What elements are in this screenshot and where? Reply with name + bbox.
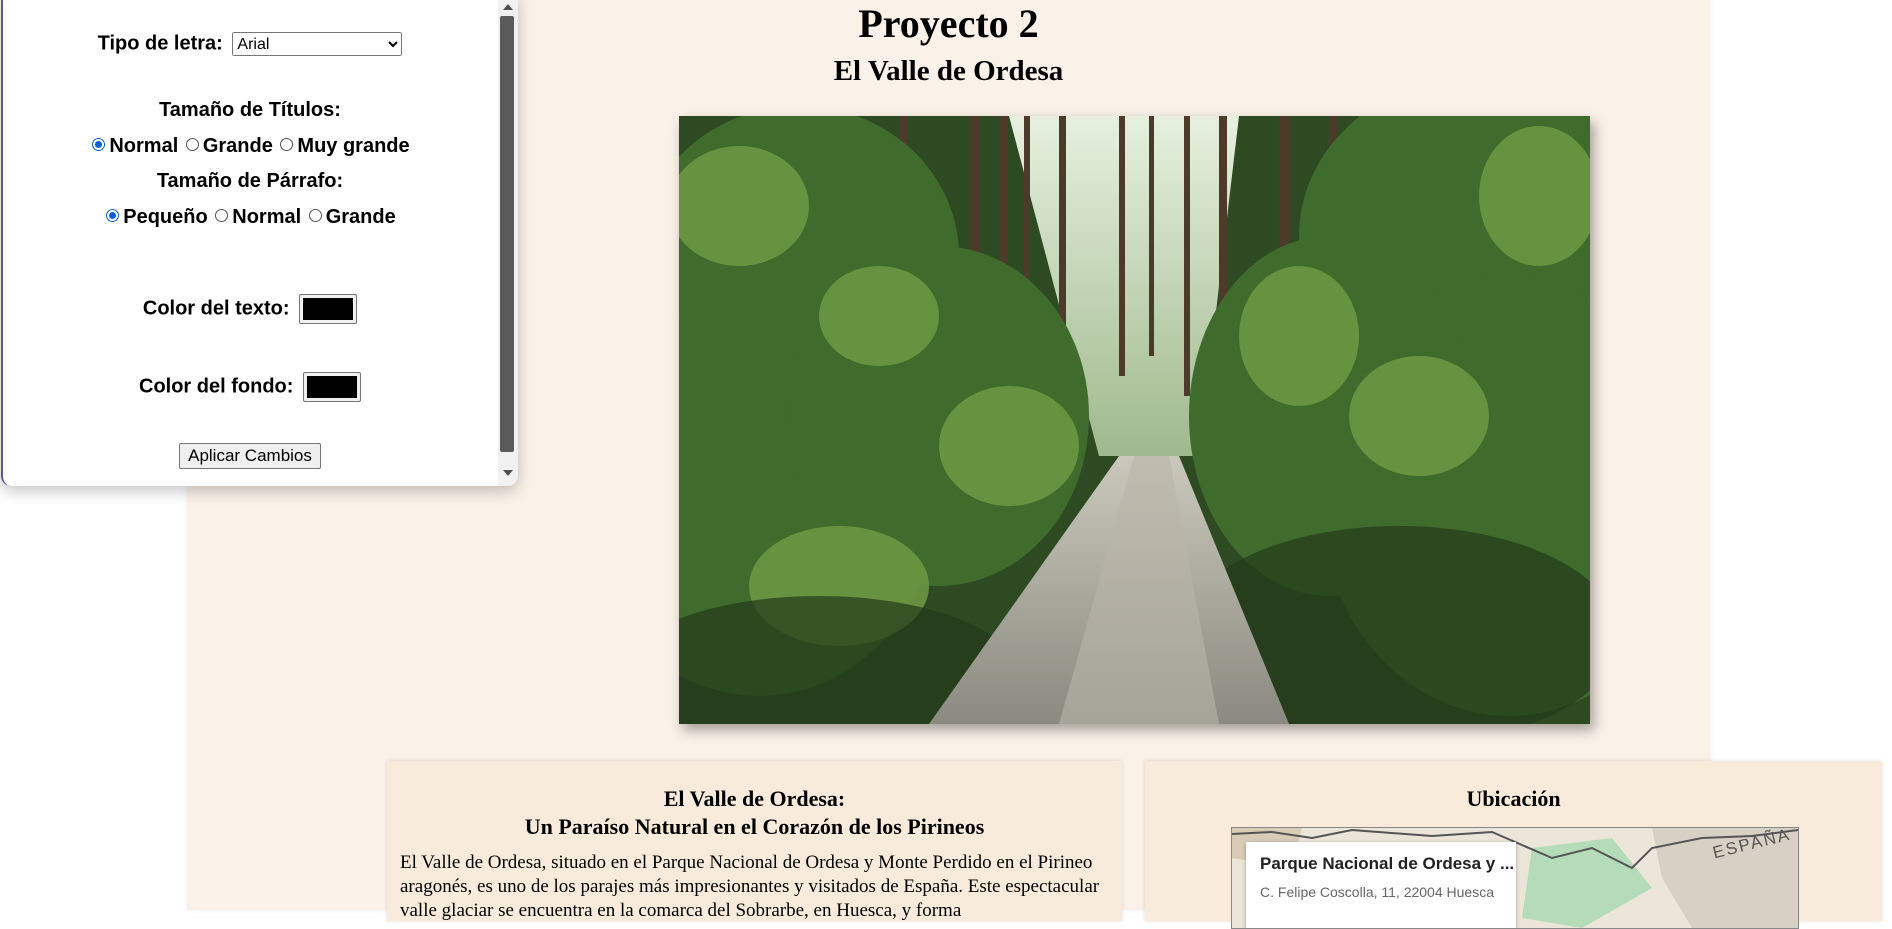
scroll-down-arrow-icon[interactable] (503, 470, 513, 476)
map-place-address: C. Felipe Coscolla, 11, 22004 Huesca (1260, 884, 1494, 900)
article-heading-line1: El Valle de Ordesa: (663, 786, 846, 811)
article-card: El Valle de Ordesa: Un Paraíso Natural e… (387, 761, 1122, 921)
paragraph-size-radio-pequeno[interactable] (106, 209, 120, 222)
text-color-label: Color del texto: (142, 297, 290, 320)
title-size-radio-grande[interactable] (185, 138, 199, 151)
title-size-options: Normal Grande Muy grande (3, 135, 497, 158)
title-size-option-grande: Grande (202, 135, 273, 157)
paragraph-size-option-grande: Grande (325, 206, 396, 228)
title-size-option-muy-grande: Muy grande (297, 135, 410, 157)
embedded-map[interactable]: Parque Nacional de Ordesa y ... C. Felip… (1231, 827, 1799, 929)
forest-path-photo (679, 116, 1590, 724)
bg-color-swatch (306, 376, 357, 398)
paragraph-size-options: Pequeño Normal Grande (3, 206, 497, 229)
panel-scrollbar[interactable] (498, 0, 518, 486)
paragraph-size-option-pequeno: Pequeño (123, 206, 208, 228)
title-size-radio-muy-grande[interactable] (280, 138, 294, 151)
paragraph-size-label: Tamaño de Párrafo: (156, 170, 344, 192)
settings-panel: Tipo de letra: Arial Tamaño de Títulos: … (1, 0, 518, 486)
scroll-up-arrow-icon[interactable] (503, 4, 513, 10)
title-size-label: Tamaño de Títulos: (159, 99, 341, 121)
article-heading-line2: Un Paraíso Natural en el Corazón de los … (524, 814, 985, 839)
paragraph-size-option-normal: Normal (232, 206, 302, 228)
location-heading: Ubicación (1466, 786, 1561, 811)
bg-color-label: Color del fondo: (139, 375, 294, 398)
font-label: Tipo de letra: (97, 32, 223, 55)
font-select[interactable]: Arial (232, 32, 403, 56)
paragraph-size-radio-normal[interactable] (215, 209, 229, 222)
location-card: Ubicación Parque Nacional de Ordesa y ..… (1145, 761, 1882, 929)
bg-color-picker[interactable] (302, 372, 361, 402)
map-place-card[interactable]: Parque Nacional de Ordesa y ... C. Felip… (1246, 842, 1516, 928)
article-body: El Valle de Ordesa, situado en el Parque… (400, 852, 1100, 921)
text-color-picker[interactable] (299, 294, 358, 324)
title-size-option-normal: Normal (109, 135, 179, 157)
text-color-row: Color del texto: (3, 294, 497, 324)
scroll-thumb[interactable] (500, 16, 514, 452)
font-row: Tipo de letra: Arial (3, 32, 497, 56)
apply-row: Aplicar Cambios (3, 443, 497, 469)
text-color-swatch (303, 298, 354, 320)
article-heading: El Valle de Ordesa: Un Paraíso Natural e… (387, 761, 1122, 841)
paragraph-size-radio-grande[interactable] (308, 209, 322, 222)
bg-color-row: Color del fondo: (3, 372, 497, 402)
map-place-name: Parque Nacional de Ordesa y ... (1260, 854, 1515, 873)
apply-changes-button[interactable]: Aplicar Cambios (179, 443, 321, 469)
title-size-radio-normal[interactable] (92, 138, 106, 151)
